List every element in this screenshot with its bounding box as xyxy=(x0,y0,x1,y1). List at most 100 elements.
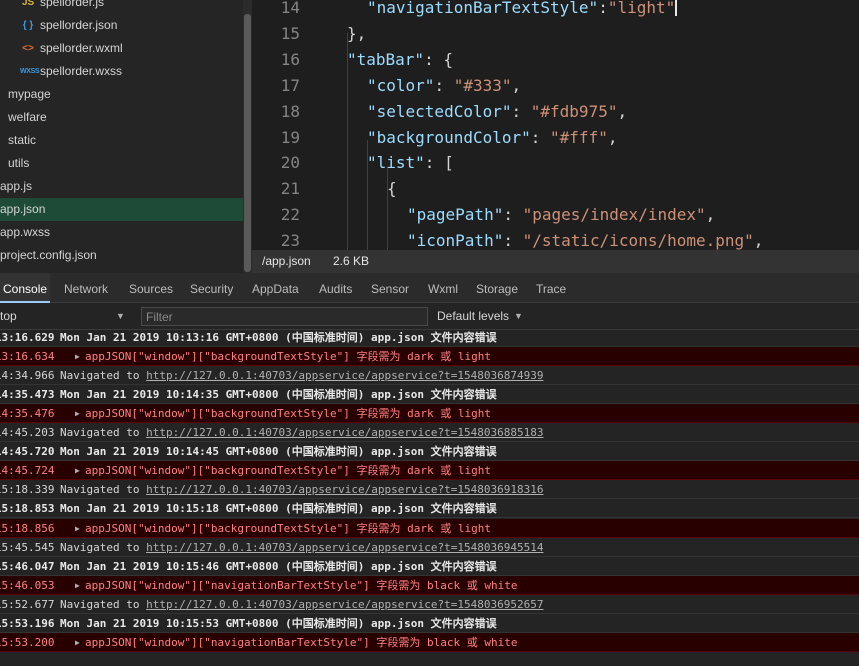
tab-security[interactable]: Security xyxy=(187,273,243,303)
code-text: "selectedColor": "#fdb975", xyxy=(367,99,627,125)
tab-trace[interactable]: Trace xyxy=(533,273,568,303)
error-message[interactable]: 10:15:46.053 ▶ appJSON["window"]["navigati… xyxy=(0,575,859,595)
tree-item[interactable]: welfare xyxy=(0,106,243,129)
log-message[interactable]: 10:14:45.203 Navigated to http://127.0.0.… xyxy=(0,423,859,443)
error-message[interactable]: 10:14:35.476 ▶ appJSON["window"]["backgrou… xyxy=(0,404,859,424)
navigated-label: Navigated to xyxy=(60,483,147,497)
context-value: top xyxy=(0,309,17,323)
timestamp: 10:14:35.476 xyxy=(0,407,55,421)
tab-sources[interactable]: Sources xyxy=(126,273,181,303)
code-token: : xyxy=(434,75,454,95)
tab-audits[interactable]: Audits xyxy=(316,273,361,303)
tab-sensor[interactable]: Sensor xyxy=(368,273,418,303)
tree-item-label: mypage xyxy=(8,87,51,101)
console-output[interactable]: 10:13:16.629 Mon Jan 21 2019 10:13:16 GMT… xyxy=(0,330,859,666)
timestamp: 10:14:45.203 xyxy=(0,426,55,440)
code-token: , xyxy=(617,101,628,121)
tab-appdata[interactable]: AppData xyxy=(249,273,309,303)
navigation-link[interactable]: http://127.0.0.1:40703/appservice/appser… xyxy=(146,369,543,382)
log-message[interactable]: 10:13:16.629 Mon Jan 21 2019 10:13:16 GMT… xyxy=(0,330,859,347)
devtools-tab-bar: Console Network Sources Security AppData Audi… xyxy=(0,273,859,303)
error-message[interactable]: 10:15:18.856 ▶ appJSON["window"]["backgrou… xyxy=(0,518,859,538)
tree-item-label: spellorder.wxml xyxy=(40,41,123,55)
navigation-link[interactable]: http://127.0.0.1:40703/appservice/appser… xyxy=(146,541,543,554)
expand-triangle-icon[interactable]: ▶ xyxy=(75,461,80,479)
log-message[interactable]: 10:15:53.196 Mon Jan 21 2019 10:15:53 GMT… xyxy=(0,613,859,633)
tree-item[interactable]: WXSS spellorder.wxss xyxy=(0,60,243,83)
tree-item[interactable]: static xyxy=(0,129,243,152)
tree-item[interactable]: mypage xyxy=(0,83,243,106)
message-text: Mon Jan 21 2019 10:15:18 GMT+0800 (中国标准时… xyxy=(60,502,497,516)
code-text: "list": [ xyxy=(367,150,454,176)
code-token: : xyxy=(530,127,551,147)
navigation-link[interactable]: http://127.0.0.1:40703/appservice/appser… xyxy=(146,483,543,496)
log-message[interactable]: 10:15:46.047 Mon Jan 21 2019 10:15:46 GMT… xyxy=(0,556,859,576)
filter-input[interactable] xyxy=(141,307,428,326)
tab-console[interactable]: Console xyxy=(0,273,50,303)
code-token: "/static/icons/home.png" xyxy=(522,231,754,250)
code-token: "iconPath" xyxy=(407,231,504,250)
tab-network[interactable]: Network xyxy=(61,273,119,303)
error-message[interactable]: 10:13:16.634 ▶ appJSON["window"]["backgrou… xyxy=(0,347,859,367)
message-text: appJSON["window"]["navigationBarTextStyl… xyxy=(85,578,518,592)
message-text: appJSON["window"]["navigationBarTextStyl… xyxy=(85,635,518,649)
tab-storage[interactable]: Storage xyxy=(473,273,525,303)
tree-item[interactable]: JS spellorder.js xyxy=(0,0,243,14)
tree-item-label: utils xyxy=(8,156,30,170)
tab-wxml[interactable]: Wxml xyxy=(425,273,465,303)
timestamp: 10:14:45.724 xyxy=(0,464,55,478)
file-size: 2.6 KB xyxy=(333,254,370,268)
log-message[interactable]: 10:14:45.720 Mon Jan 21 2019 10:14:45 GMT… xyxy=(0,442,859,462)
message-text: Navigated to http://127.0.0.1:40703/apps… xyxy=(60,538,543,556)
code-line: 20 "list": [ xyxy=(252,150,859,176)
message-text: appJSON["window"]["backgroundTextStyle"]… xyxy=(85,521,491,535)
code-line: 22 "pagePath": "pages/index/index", xyxy=(252,202,859,228)
code-editor[interactable]: 14 "navigationBarTextStyle":"light" 15}, 16… xyxy=(252,0,859,250)
navigated-label: Navigated to xyxy=(60,597,147,611)
error-message[interactable]: 10:14:45.724 ▶ appJSON["window"]["backgrou… xyxy=(0,461,859,481)
timestamp: 10:14:34.966 xyxy=(0,369,55,383)
code-token: "tabBar" xyxy=(347,49,425,69)
navigation-link[interactable]: http://127.0.0.1:40703/appservice/appser… xyxy=(146,598,543,611)
log-message[interactable]: 10:15:52.677 Navigated to http://127.0.0.… xyxy=(0,594,859,614)
expand-triangle-icon[interactable]: ▶ xyxy=(75,576,80,594)
tree-item[interactable]: <> spellorder.wxml xyxy=(0,37,243,60)
tree-item[interactable]: project.config.json xyxy=(0,244,243,267)
error-message[interactable]: 10:15:53.200 ▶ appJSON["window"]["navigati… xyxy=(0,632,859,652)
timestamp: 10:15:53.200 xyxy=(0,635,55,649)
line-number: 20 xyxy=(280,153,300,173)
tree-item[interactable]: app.wxss xyxy=(0,221,243,244)
tree-item-label: spellorder.wxss xyxy=(40,64,123,78)
message-text: Navigated to http://127.0.0.1:40703/apps… xyxy=(60,595,543,613)
context-select[interactable]: top ▼ xyxy=(0,307,130,326)
log-message[interactable]: 10:15:18.853 Mon Jan 21 2019 10:15:18 GMT… xyxy=(0,499,859,519)
expand-triangle-icon[interactable]: ▶ xyxy=(75,519,80,537)
tree-item[interactable]: app.js xyxy=(0,175,243,198)
log-message[interactable]: 10:14:34.966 Navigated to http://127.0.0.… xyxy=(0,366,859,386)
tree-item-label: app.js xyxy=(0,179,33,193)
tree-item[interactable]: app.json xyxy=(0,198,243,221)
scrollbar-thumb[interactable] xyxy=(244,14,251,272)
log-message[interactable]: 10:15:45.545 Navigated to http://127.0.0.… xyxy=(0,537,859,557)
line-number: 21 xyxy=(280,179,300,199)
code-line: 17 "color": "#333", xyxy=(252,73,859,99)
log-message[interactable]: 10:14:35.473 Mon Jan 21 2019 10:14:35 GMT… xyxy=(0,385,859,405)
code-token: }, xyxy=(347,23,367,43)
file-tree-scrollbar[interactable] xyxy=(243,0,252,273)
timestamp: 10:15:52.677 xyxy=(0,597,55,611)
tree-item[interactable]: { } spellorder.json xyxy=(0,14,243,37)
message-text: Mon Jan 21 2019 10:14:45 GMT+0800 (中国标准时… xyxy=(60,445,497,459)
timestamp: 10:15:45.545 xyxy=(0,540,55,554)
tree-item-label: static xyxy=(8,133,37,147)
expand-triangle-icon[interactable]: ▶ xyxy=(75,404,80,422)
tree-item-label: spellorder.js xyxy=(40,0,105,9)
tree-item[interactable]: utils xyxy=(0,152,243,175)
expand-triangle-icon[interactable]: ▶ xyxy=(75,347,80,365)
code-token: { xyxy=(387,179,397,199)
wxss-file-icon: WXSS xyxy=(20,68,40,75)
navigation-link[interactable]: http://127.0.0.1:40703/appservice/appser… xyxy=(146,426,543,439)
message-text: Mon Jan 21 2019 10:15:53 GMT+0800 (中国标准时… xyxy=(60,616,497,630)
expand-triangle-icon[interactable]: ▶ xyxy=(75,633,80,651)
log-message[interactable]: 10:15:18.339 Navigated to http://127.0.0.… xyxy=(0,480,859,500)
log-levels-select[interactable]: Default levels xyxy=(437,307,509,326)
